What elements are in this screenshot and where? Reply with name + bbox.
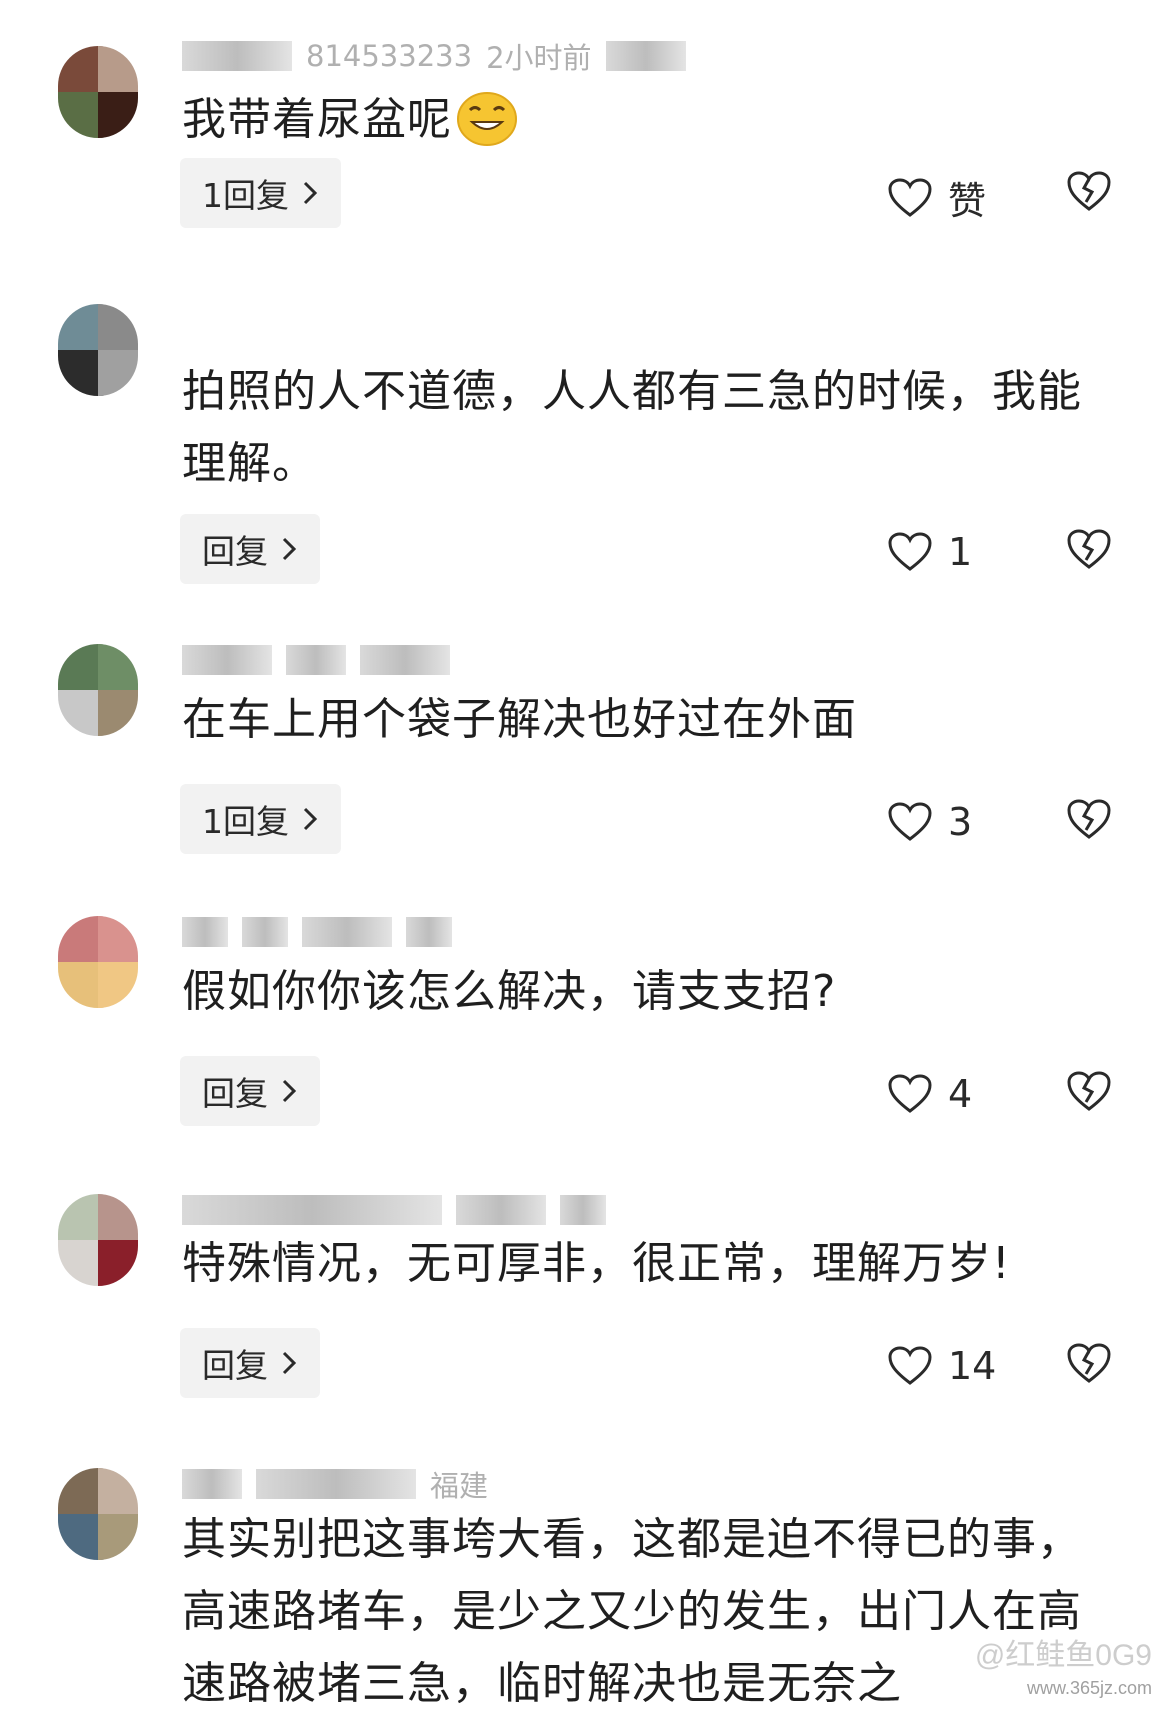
- comment-meta: [182, 916, 452, 948]
- comment-text: 假如你你该怎么解决，请支支招?: [182, 966, 837, 1017]
- like-count: 3: [948, 800, 973, 844]
- comment-meta: 814533233 2小时前: [182, 39, 686, 75]
- like-count: 14: [948, 1344, 997, 1388]
- comment-text: 拍照的人不道德，人人都有三急的时候，我能理解。: [182, 366, 1082, 489]
- like-button[interactable]: 3: [888, 800, 972, 844]
- reply-label: 回复: [202, 1346, 268, 1385]
- reply-button[interactable]: 回复: [180, 1328, 320, 1398]
- reply-button[interactable]: 回复: [180, 514, 320, 584]
- reply-label: 1回复: [202, 802, 289, 841]
- reply-label: 1回复: [202, 176, 289, 215]
- broken-heart-icon[interactable]: [1066, 170, 1112, 212]
- avatar[interactable]: [58, 1468, 138, 1560]
- avatar[interactable]: [58, 916, 138, 1008]
- heart-outline-icon: [888, 1346, 932, 1385]
- like-button[interactable]: 赞: [888, 170, 986, 225]
- reply-label: 回复: [202, 1074, 268, 1113]
- broken-heart-icon[interactable]: [1066, 1342, 1112, 1384]
- like-count: 4: [948, 1072, 973, 1116]
- broken-heart-icon[interactable]: [1066, 528, 1112, 570]
- like-button[interactable]: 14: [888, 1344, 996, 1388]
- avatar[interactable]: [58, 1194, 138, 1286]
- reply-button[interactable]: 1回复: [180, 784, 341, 854]
- chevron-right-icon: [303, 807, 318, 831]
- chevron-right-icon: [282, 1351, 297, 1375]
- like-count: 1: [948, 530, 973, 574]
- comment-text: 在车上用个袋子解决也好过在外面: [182, 694, 857, 745]
- broken-heart-icon[interactable]: [1066, 1070, 1112, 1112]
- watermark-url: www.365jz.com: [1026, 1678, 1152, 1698]
- avatar[interactable]: [58, 644, 138, 736]
- like-button[interactable]: 1: [888, 530, 972, 574]
- avatar[interactable]: [58, 304, 138, 396]
- watermark-text: @红鲑鱼0G9: [974, 1639, 1152, 1672]
- comment-text: 特殊情况，无可厚非，很正常，理解万岁!: [182, 1238, 1011, 1289]
- comment-meta: [182, 644, 450, 676]
- reply-button[interactable]: 1回复: [180, 158, 341, 228]
- reply-button[interactable]: 回复: [180, 1056, 320, 1126]
- like-button[interactable]: 4: [888, 1072, 972, 1116]
- comment-meta: 福建: [182, 1468, 488, 1503]
- heart-outline-icon: [888, 802, 932, 841]
- broken-heart-icon[interactable]: [1066, 798, 1112, 840]
- heart-outline-icon: [888, 1074, 932, 1113]
- comment-meta: [182, 1194, 606, 1226]
- comment-text: 其实别把这事垮大看，这都是迫不得已的事，高速路堵车，是少之又少的发生，出门人在高…: [182, 1514, 1082, 1709]
- avatar[interactable]: [58, 46, 138, 138]
- chevron-right-icon: [303, 181, 318, 205]
- heart-outline-icon: [888, 177, 932, 217]
- watermark: @红鲑鱼0G9 www.365jz.com: [975, 1640, 1152, 1704]
- user-id-partial: 814533233: [306, 39, 473, 73]
- chevron-right-icon: [282, 537, 297, 561]
- like-count: 赞: [948, 179, 987, 223]
- chevron-right-icon: [282, 1079, 297, 1103]
- comment-time: 2小时前: [486, 41, 592, 75]
- comment-text: 我带着尿盆呢: [182, 84, 1112, 156]
- reply-label: 回复: [202, 532, 268, 571]
- grinning-face-icon: [457, 92, 517, 146]
- heart-outline-icon: [888, 532, 932, 571]
- comment-location: 福建: [430, 1469, 489, 1503]
